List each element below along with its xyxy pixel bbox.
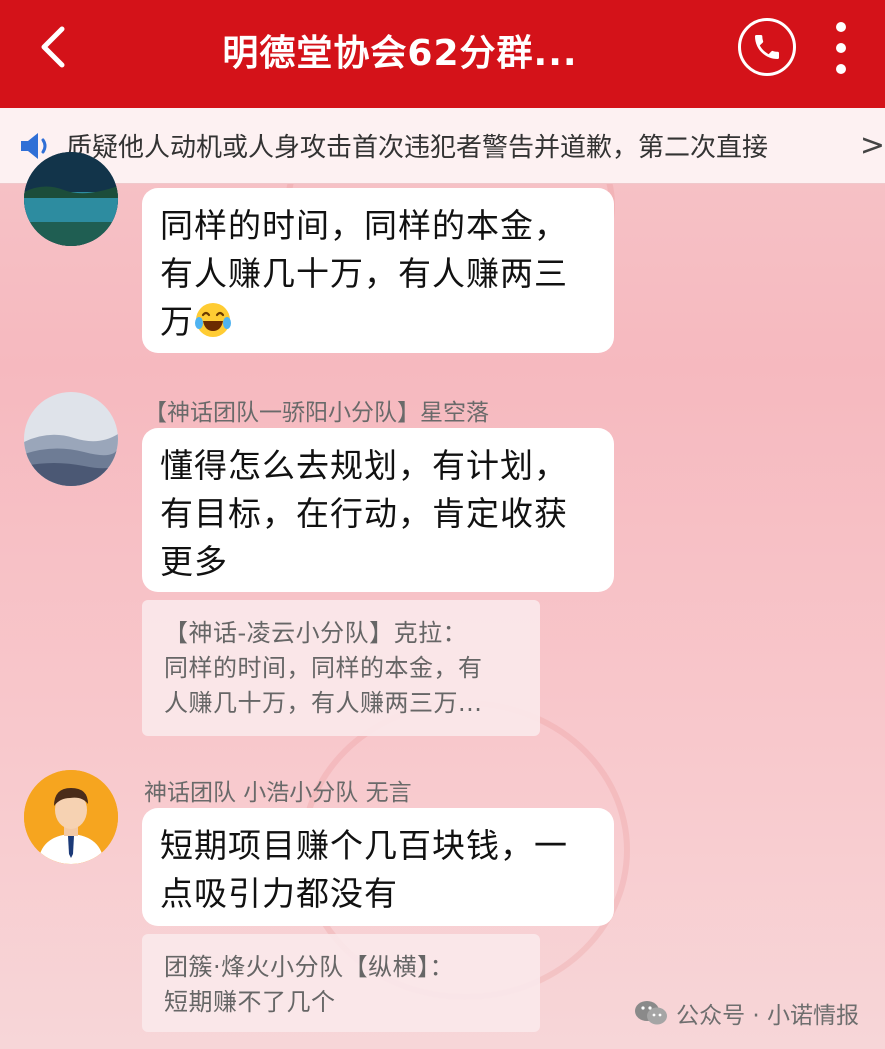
- message-line: 有目标，在行动，肯定收获: [160, 494, 568, 533]
- quote-line: 短期赚不了几个: [164, 988, 336, 1016]
- notice-arrow-icon[interactable]: >: [860, 128, 885, 163]
- lake-landscape-image: [24, 152, 118, 246]
- quoted-message[interactable]: 团簇·烽火小分队【纵横】： 短期赚不了几个: [142, 934, 540, 1032]
- quote-line: 团簇·烽火小分队【纵横】：: [164, 953, 455, 981]
- chat-header: 明德堂协会62分群...: [0, 0, 885, 108]
- quoted-message[interactable]: 【神话-凌云小分队】克拉： 同样的时间，同样的本金，有 人赚几十万，有人赚两三万…: [142, 600, 540, 736]
- sender-name[interactable]: 神话团队 小浩小分队 无言: [144, 773, 412, 807]
- chevron-left-icon: [41, 26, 65, 68]
- message-line: 懂得怎么去规划，有计划，: [160, 446, 568, 485]
- more-vertical-icon: [836, 22, 846, 32]
- message-line: 同样的时间，同样的本金，: [160, 206, 568, 245]
- avatar[interactable]: [24, 392, 118, 486]
- quote-line: 【神话-凌云小分队】克拉：: [164, 619, 468, 647]
- quote-line: 同样的时间，同样的本金，有: [164, 654, 483, 682]
- message-bubble[interactable]: 懂得怎么去规划，有计划， 有目标，在行动，肯定收获 更多: [142, 428, 614, 592]
- watermark-text: 公众号 · 小诺情报: [676, 1003, 859, 1029]
- message-line: 有人赚几十万，有人赚两三: [160, 254, 568, 293]
- back-button[interactable]: [30, 22, 74, 72]
- mountain-landscape-image: [24, 392, 118, 486]
- message-line: 点吸引力都没有: [160, 874, 398, 913]
- sender-name[interactable]: 【神话团队一骄阳小分队】星空落: [144, 393, 489, 427]
- message-line: 万: [160, 302, 194, 341]
- group-notice-bar[interactable]: 质疑他人动机或人身攻击首次违犯者警告并道歉，第二次直接 >: [0, 108, 885, 184]
- wechat-icon: [635, 1001, 668, 1025]
- notice-text: 质疑他人动机或人身攻击首次违犯者警告并道歉，第二次直接: [66, 133, 769, 163]
- message-bubble[interactable]: 同样的时间，同样的本金， 有人赚几十万，有人赚两三 万: [142, 188, 614, 353]
- message-line: 更多: [160, 542, 228, 581]
- message-line: 短期项目赚个几百块钱，一: [160, 826, 568, 865]
- quote-line: 人赚几十万，有人赚两三万...: [164, 689, 483, 717]
- avatar[interactable]: [24, 152, 118, 246]
- call-button[interactable]: [738, 18, 796, 76]
- businessman-avatar-image: [24, 770, 118, 864]
- phone-icon: [755, 35, 779, 59]
- laughing-tears-emoji: [195, 303, 231, 337]
- avatar[interactable]: [24, 770, 118, 864]
- more-options-button[interactable]: [826, 22, 856, 74]
- speaker-icon: [21, 132, 47, 159]
- account-watermark: 公众号 · 小诺情报: [634, 996, 859, 1030]
- chat-title: 明德堂协会62分群...: [222, 33, 578, 74]
- message-bubble[interactable]: 短期项目赚个几百块钱，一 点吸引力都没有: [142, 808, 614, 926]
